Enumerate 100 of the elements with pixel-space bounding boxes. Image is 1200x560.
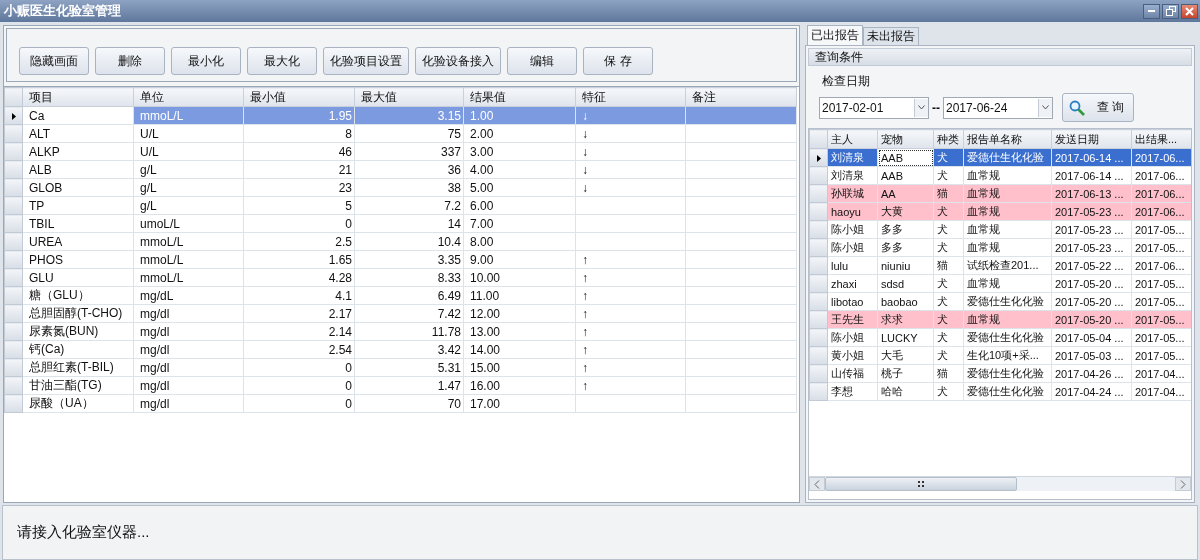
restore-icon xyxy=(1165,6,1176,16)
scroll-right-button[interactable] xyxy=(1175,477,1191,491)
table-cell: ALB xyxy=(22,160,134,179)
column-header[interactable]: 单位 xyxy=(133,87,244,107)
table-cell: GLU xyxy=(22,268,134,287)
toolbar-button[interactable]: 化验项目设置 xyxy=(323,47,409,75)
table-cell: 15.00 xyxy=(463,358,576,377)
table-cell: PHOS xyxy=(22,250,134,269)
tab[interactable]: 已出报告 xyxy=(807,25,863,45)
table-cell: 16.00 xyxy=(463,376,576,395)
table-cell: ALKP xyxy=(22,142,134,161)
table-cell: ↑ xyxy=(575,322,686,341)
table-cell: 14.00 xyxy=(463,340,576,359)
toolbar-button[interactable]: 最大化 xyxy=(247,47,317,75)
scroll-thumb[interactable] xyxy=(825,477,1017,491)
table-cell: 5.31 xyxy=(354,358,464,377)
column-header[interactable]: 备注 xyxy=(685,87,797,107)
table-cell: 9.00 xyxy=(463,250,576,269)
column-header[interactable]: 种类 xyxy=(933,129,964,149)
table-cell: 尿酸（UA） xyxy=(22,394,134,413)
table-cell: TP xyxy=(22,196,134,215)
table-cell: mg/dl xyxy=(133,304,244,323)
table-cell: ↓ xyxy=(575,142,686,161)
toolbar-button[interactable]: 编辑 xyxy=(507,47,577,75)
toolbar-button[interactable]: 删除 xyxy=(95,47,165,75)
table-cell: 17.00 xyxy=(463,394,576,413)
table-cell: TBIL xyxy=(22,214,134,233)
table-cell: ↑ xyxy=(575,376,686,395)
table-cell: 总胆红素(T-BIL) xyxy=(22,358,134,377)
minimize-icon xyxy=(1148,10,1155,12)
table-cell: 4.1 xyxy=(243,286,355,305)
restore-button[interactable] xyxy=(1162,3,1179,19)
table-cell: 总胆固醇(T-CHO) xyxy=(22,304,134,323)
toolbar-button[interactable]: 最小化 xyxy=(171,47,241,75)
table-cell: 14 xyxy=(354,214,464,233)
scroll-left-button[interactable] xyxy=(809,477,825,491)
table-cell: 7.42 xyxy=(354,304,464,323)
table-cell: 6.00 xyxy=(463,196,576,215)
table-cell: 糖（GLU） xyxy=(22,286,134,305)
table-cell: U/L xyxy=(133,124,244,143)
column-header[interactable]: 最大值 xyxy=(354,87,464,107)
table-cell: ↑ xyxy=(575,286,686,305)
table-cell: 甘油三酯(TG) xyxy=(22,376,134,395)
column-header[interactable]: 出结果... xyxy=(1131,129,1191,149)
table-cell: 2.14 xyxy=(243,322,355,341)
table-cell: ↓ xyxy=(575,178,686,197)
table-cell: 3.00 xyxy=(463,142,576,161)
table-cell: 21 xyxy=(243,160,355,179)
tab[interactable]: 未出报告 xyxy=(863,27,919,45)
table-cell: 2.54 xyxy=(243,340,355,359)
chevron-left-icon xyxy=(814,479,820,489)
table-cell: 11.00 xyxy=(463,286,576,305)
table-cell: ↑ xyxy=(575,268,686,287)
date-from-dropdown[interactable]: 2017-02-01 xyxy=(819,96,929,119)
table-cell: mg/dl xyxy=(133,394,244,413)
close-icon xyxy=(1185,6,1194,16)
table-cell: mg/dL xyxy=(133,286,244,305)
table-cell: 75 xyxy=(354,124,464,143)
table-cell: 23 xyxy=(243,178,355,197)
search-button[interactable]: 查 询 xyxy=(1062,93,1134,122)
table-cell: 7.00 xyxy=(463,214,576,233)
table-cell: 3.42 xyxy=(354,340,464,359)
table-cell: 10.4 xyxy=(354,232,464,251)
table-cell: ↓ xyxy=(575,124,686,143)
table-cell: ↑ xyxy=(575,304,686,323)
table-cell: 4.00 xyxy=(463,160,576,179)
column-header[interactable]: 项目 xyxy=(22,87,134,107)
column-header[interactable]: 主人 xyxy=(827,129,878,149)
minimize-button[interactable] xyxy=(1143,3,1160,19)
horizontal-scrollbar[interactable] xyxy=(809,476,1191,491)
chevron-right-icon xyxy=(1180,479,1186,489)
table-cell: 6.49 xyxy=(354,286,464,305)
column-header[interactable]: 最小值 xyxy=(243,87,355,107)
table-cell: ALT xyxy=(22,124,134,143)
table-cell: 13.00 xyxy=(463,322,576,341)
table-cell: 1.47 xyxy=(354,376,464,395)
table-cell: ↑ xyxy=(575,340,686,359)
column-header[interactable]: 宠物 xyxy=(877,129,934,149)
column-header[interactable]: 结果值 xyxy=(463,87,576,107)
toolbar-button[interactable]: 化验设备接入 xyxy=(415,47,501,75)
table-cell: umoL/L xyxy=(133,214,244,233)
table-cell: mmoL/L xyxy=(133,268,244,287)
table-cell: 1.65 xyxy=(243,250,355,269)
status-message: 请接入化验室仪器... xyxy=(17,523,150,542)
table-cell: 12.00 xyxy=(463,304,576,323)
table-cell: 4.28 xyxy=(243,268,355,287)
column-header[interactable]: 特征 xyxy=(575,87,686,107)
table-cell: mg/dl xyxy=(133,358,244,377)
column-header[interactable]: 发送日期 xyxy=(1051,129,1132,149)
table-cell: 38 xyxy=(354,178,464,197)
table-cell: 2.5 xyxy=(243,232,355,251)
toolbar-button[interactable]: 隐藏画面 xyxy=(19,47,89,75)
date-to-dropdown[interactable]: 2017-06-24 xyxy=(943,96,1053,119)
toolbar-button[interactable]: 保 存 xyxy=(583,47,653,75)
close-button[interactable] xyxy=(1181,3,1198,19)
table-cell: ↑ xyxy=(575,250,686,269)
table-cell: U/L xyxy=(133,142,244,161)
table-cell: 2.17 xyxy=(243,304,355,323)
table-cell: mg/dl xyxy=(133,322,244,341)
column-header[interactable]: 报告单名称 xyxy=(963,129,1052,149)
